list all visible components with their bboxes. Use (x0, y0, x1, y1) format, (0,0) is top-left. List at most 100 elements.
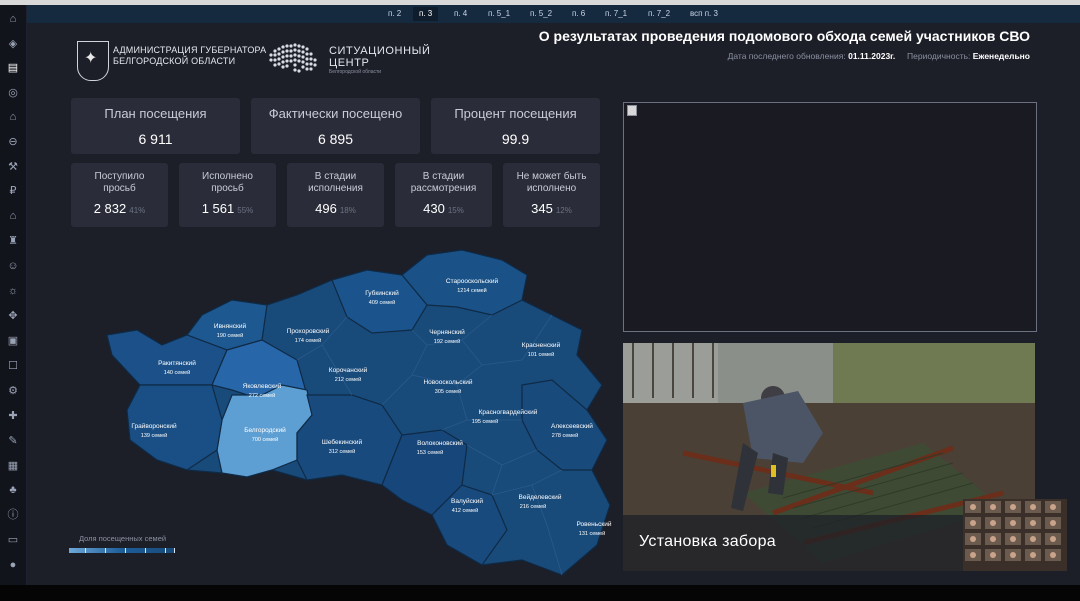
home-icon[interactable]: ⌂ (6, 12, 20, 26)
sport-icon[interactable]: ⚒ (6, 160, 20, 174)
admin-line1: АДМИНИСТРАЦИЯ ГУБЕРНАТОРА (113, 45, 267, 55)
district-label: Грайворонский (131, 422, 177, 430)
ruble-icon[interactable]: ₽ (6, 184, 20, 198)
card-label: Поступило просьб (94, 171, 145, 194)
card-label: Не может быть исполнено (516, 171, 587, 194)
doc-icon[interactable]: ▦ (6, 459, 20, 473)
district-value: 174 семей (295, 337, 321, 344)
target-icon[interactable]: ◎ (6, 86, 20, 100)
district-label: Губкинский (365, 289, 399, 297)
district-value: 1214 семей (457, 287, 487, 294)
tab-p3[interactable]: п. 3 (413, 7, 439, 21)
period-label: Периодичность: (907, 51, 971, 61)
media-frame-empty (623, 102, 1037, 332)
card-value: 2 832 41% (93, 201, 146, 216)
district-label: Волоконовский (417, 439, 463, 447)
district-label: Ивнянский (214, 322, 247, 330)
settings-icon[interactable]: ⚙ (6, 384, 20, 398)
vote-icon[interactable]: ☐ (6, 359, 20, 373)
card-label: В стадии исполнения (308, 171, 363, 194)
ball-icon[interactable]: ● (6, 558, 20, 572)
kpi-visited-value: 6 895 (317, 131, 354, 147)
building-icon[interactable]: ♜ (6, 234, 20, 248)
requests-done-card: Исполнено просьб 1 561 55% (179, 163, 276, 227)
sidebar: ⌂ ◈ ▤ ◎ ⌂ ⊖ ⚒ ₽ ⌂ ♜ ☺ ☼ ✥ ▣ ☐ ⚙ ✚ ✎ ▦ ♣ … (0, 5, 27, 585)
video-conference-thumbnail[interactable] (963, 499, 1067, 571)
district-label: Корочанский (329, 366, 368, 374)
updated-label: Дата последнего обновления: (727, 51, 846, 61)
tab-p7-1[interactable]: п. 7_1 (599, 7, 633, 21)
district-label: Ракитянский (158, 359, 196, 367)
district-label: Красненский (522, 341, 561, 349)
tool-icon[interactable]: ✎ (6, 434, 20, 448)
requests-review-card: В стадии рассмотрения 430 15% (395, 163, 492, 227)
district-value: 153 семей (417, 449, 443, 456)
situation-center-label: СИТУАЦИОННЫЙ ЦЕНТР (329, 45, 431, 69)
card-value: 496 18% (315, 201, 356, 216)
district-value: 278 семей (552, 432, 578, 439)
district-value: 312 семей (329, 448, 355, 455)
district-value: 700 семей (252, 436, 278, 443)
people-icon[interactable]: ☺ (6, 259, 20, 273)
district-value: 212 семей (335, 376, 361, 383)
district-label: Вейделевский (519, 493, 562, 501)
participants-grid (965, 501, 1061, 561)
sc-line2: ЦЕНТР (329, 57, 370, 69)
tree-icon[interactable]: ♣ (6, 483, 20, 497)
dashboard: п. 2 п. 3 п. 4 п. 5_1 п. 5_2 п. 6 п. 7_1… (27, 5, 1080, 585)
district-label: Прохоровский (287, 327, 330, 335)
card-label: В стадии рассмотрения (410, 171, 477, 194)
tab-p7-2[interactable]: п. 7_2 (642, 7, 676, 21)
bottom-bar (0, 585, 1080, 601)
education-icon[interactable]: ⌂ (6, 110, 20, 124)
update-meta: Дата последнего обновления: 01.11.2023г.… (728, 51, 1030, 61)
requests-in-progress-card: В стадии исполнения 496 18% (287, 163, 384, 227)
tab-p5-1[interactable]: п. 5_1 (482, 7, 516, 21)
district-label: Красногвардейский (479, 408, 538, 416)
family-icon[interactable]: ☼ (6, 284, 20, 298)
administration-label: АДМИНИСТРАЦИЯ ГУБЕРНАТОРА БЕЛГОРОДСКОЙ О… (113, 45, 266, 67)
district-label: Алексеевский (551, 422, 593, 430)
kpi-visited-card: Фактически посещено 6 895 (251, 98, 420, 154)
district-label: Старооскольский (446, 277, 499, 285)
period-value: Еженедельно (972, 51, 1030, 61)
kpi-percent-card: Процент посещения 99.9 (431, 98, 600, 154)
page-title: О результатах проведения подомового обхо… (538, 28, 1030, 44)
district-label: Белгородский (244, 426, 286, 434)
kpi-percent-value: 99.9 (501, 131, 530, 147)
card-label: Исполнено просьб (202, 171, 253, 194)
district-label: Ровеньский (577, 520, 612, 528)
tab-help-p3[interactable]: всп п. 3 (684, 7, 724, 21)
kpi-percent-label: Процент посещения (454, 106, 577, 121)
info-icon[interactable]: ⓘ (6, 508, 20, 522)
district-value: 305 семей (435, 388, 461, 395)
car-icon[interactable]: ⊖ (6, 135, 20, 149)
medical-icon[interactable]: ✚ (6, 409, 20, 423)
district-label: Шебекинский (322, 438, 363, 446)
tab-p2[interactable]: п. 2 (382, 7, 407, 21)
shield-icon[interactable]: ◈ (6, 37, 20, 51)
sc-line1: СИТУАЦИОННЫЙ (329, 45, 431, 57)
district-label: Яковлевский (243, 382, 282, 390)
district-value: 140 семей (164, 369, 190, 376)
requests-impossible-card: Не может быть исполнено 345 12% (503, 163, 600, 227)
house-icon[interactable]: ⌂ (6, 209, 20, 223)
photo-caption: Установка забора (639, 533, 776, 550)
district-value: 190 семей (217, 332, 243, 339)
district-value: 412 семей (452, 507, 478, 514)
district-label: Валуйский (451, 497, 483, 505)
kpi-plan-label: План посещения (104, 106, 207, 121)
tab-p4[interactable]: п. 4 (448, 7, 473, 21)
print-icon[interactable]: ▭ (6, 533, 20, 547)
tab-bar: п. 2 п. 3 п. 4 п. 5_1 п. 5_2 п. 6 п. 7_1… (27, 5, 1080, 23)
chart-icon[interactable]: ▤ (6, 61, 20, 75)
card-value: 1 561 55% (201, 201, 254, 216)
tab-p6[interactable]: п. 6 (566, 7, 591, 21)
basket-icon[interactable]: ▣ (6, 334, 20, 348)
district-value: 216 семей (520, 503, 546, 510)
legend-bar (69, 548, 175, 553)
hands-icon[interactable]: ✥ (6, 309, 20, 323)
tab-p5-2[interactable]: п. 5_2 (524, 7, 558, 21)
district-value: 139 семей (141, 432, 167, 439)
requests-received-card: Поступило просьб 2 832 41% (71, 163, 168, 227)
